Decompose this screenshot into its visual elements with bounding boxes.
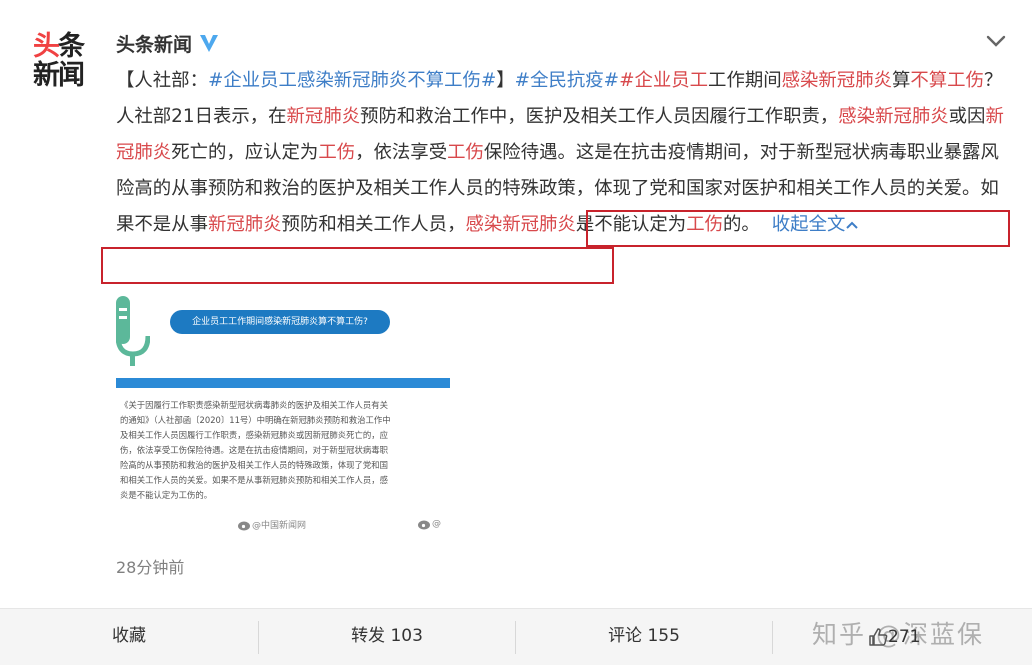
logo-char: 条 (58, 31, 85, 62)
keyword-link[interactable]: 不算工伤 (910, 70, 984, 91)
avatar[interactable]: 头条 新闻 (33, 32, 95, 94)
highlight-box (101, 247, 614, 284)
keyword-link[interactable]: 感染新冠肺炎 (465, 214, 575, 235)
keyword-link[interactable]: 新冠肺炎 (208, 214, 282, 235)
keyword-link[interactable]: 感染新冠肺炎 (838, 106, 948, 127)
keyword-link[interactable]: 新冠肺炎 (287, 106, 361, 127)
account-header: 头条新闻 (116, 29, 220, 57)
image-watermark: @中国新闻网 (238, 518, 306, 531)
action-bar: 收藏 转发 103 评论 155 知乎 @深蓝保 271 (0, 608, 1032, 665)
microphone-icon (116, 296, 150, 366)
favorite-button[interactable]: 收藏 (0, 609, 258, 665)
verified-v-icon (200, 35, 219, 52)
hashtag-link[interactable]: #全民抗疫# (515, 70, 619, 91)
hashtag-link[interactable]: #企业员工感染新冠肺炎不算工伤# (208, 70, 496, 91)
image-watermark: @ (418, 518, 441, 530)
highlight-box (586, 210, 1010, 247)
repost-button[interactable]: 转发 103 (259, 609, 515, 665)
topic-link[interactable]: #企业员工 (619, 70, 708, 91)
logo-text: 新闻 (33, 60, 85, 91)
thumbs-up-icon (869, 628, 888, 646)
post-timestamp: 28分钟前 (116, 558, 185, 577)
like-button[interactable]: 271 (868, 623, 920, 651)
keyword-link[interactable]: 工伤 (318, 142, 355, 163)
keyword-link[interactable]: 感染新冠肺炎 (782, 70, 892, 91)
comment-button[interactable]: 评论 155 (516, 609, 772, 665)
weibo-icon (238, 521, 250, 530)
image-divider-bar (116, 378, 450, 388)
post-image[interactable]: 企业员工工作期间感染新冠肺炎算不算工伤? 《关于因履行工作职责感染新型冠状病毒肺… (116, 296, 450, 536)
weibo-card: 头条 新闻 头条新闻 【人社部：#企业员工感染新冠肺炎不算工伤#】#全民抗疫##… (0, 0, 1032, 608)
chevron-down-icon[interactable] (985, 33, 1007, 49)
keyword-link[interactable]: 工伤 (447, 142, 484, 163)
like-count: 271 (888, 627, 921, 647)
divider (772, 621, 773, 654)
image-question-bubble: 企业员工工作期间感染新冠肺炎算不算工伤? (170, 310, 390, 334)
image-document-text: 《关于因履行工作职责感染新型冠状病毒肺炎的医护及相关工作人员有关 的通知》（人社… (120, 400, 391, 500)
account-name[interactable]: 头条新闻 (116, 30, 192, 57)
logo-char: 头 (33, 31, 60, 62)
weibo-icon (418, 520, 430, 530)
